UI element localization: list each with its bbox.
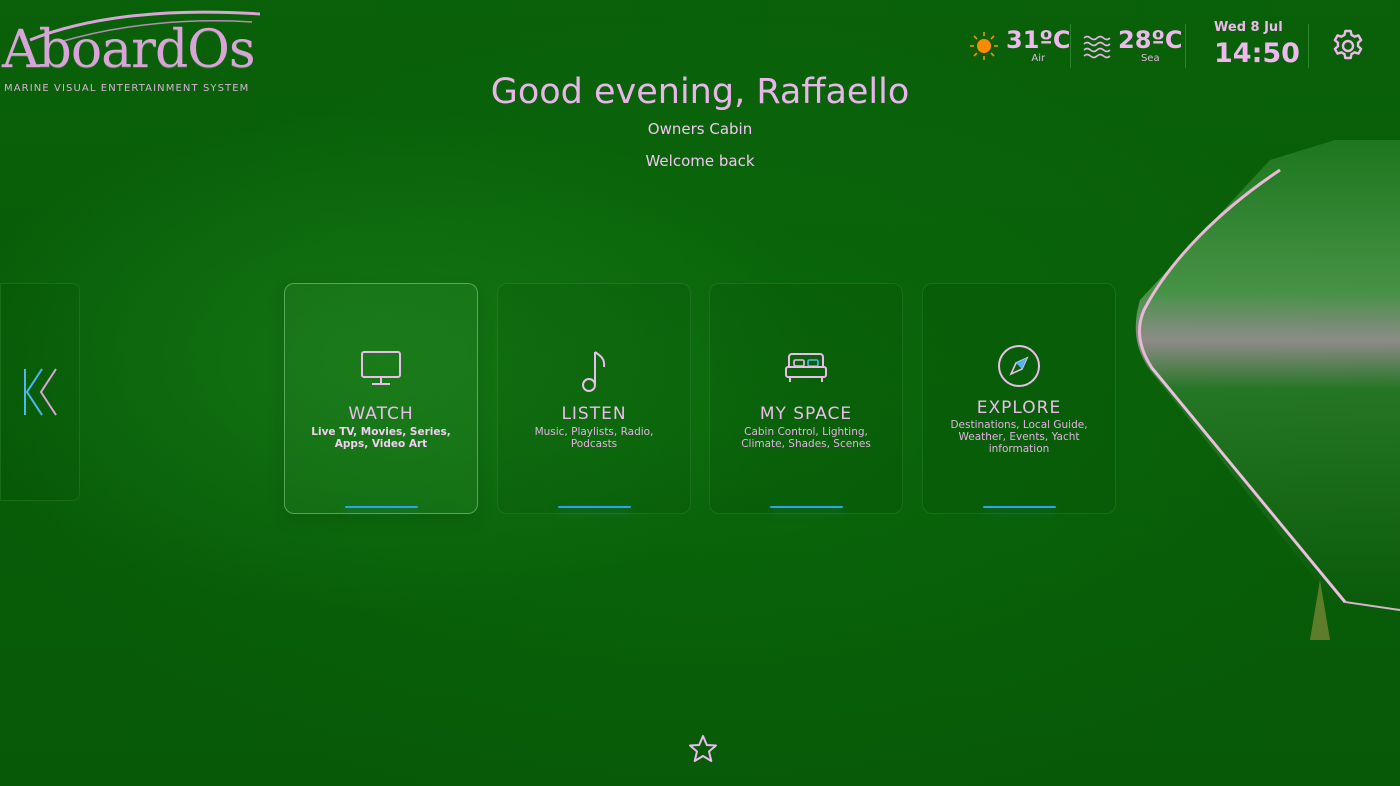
tile-my-space[interactable]: MY SPACE Cabin Control, Lighting, Climat… <box>709 283 903 514</box>
tile-indicator-bar <box>770 506 843 508</box>
settings-gear-icon[interactable] <box>1330 28 1366 64</box>
air-temp-value: 31ºC <box>1006 26 1071 54</box>
tile-indicator-bar <box>558 506 631 508</box>
tile-listen[interactable]: LISTEN Music, Playlists, Radio, Podcasts <box>497 283 691 514</box>
back-button[interactable] <box>0 283 80 501</box>
tile-explore[interactable]: EXPLORE Destinations, Local Guide, Weath… <box>922 283 1116 514</box>
time-display: 14:50 <box>1214 38 1300 69</box>
cabin-location: Owners Cabin <box>647 120 753 138</box>
tv-icon <box>361 351 401 385</box>
bed-icon <box>785 353 827 382</box>
tile-listen-subtitle: Music, Playlists, Radio, Podcasts <box>534 426 654 450</box>
home-screen: AboardOs MARINE VISUAL ENTERTAINMENT SYS… <box>0 0 1400 786</box>
sea-temperature: 28ºC Sea <box>1082 22 1183 70</box>
waves-icon <box>1083 35 1111 59</box>
chevron-left-icon <box>24 368 57 416</box>
status-divider <box>1308 24 1309 68</box>
air-temp-label: Air <box>1031 53 1046 64</box>
date-display: Wed 8 Jul <box>1214 20 1283 35</box>
tile-listen-title: LISTEN <box>561 404 627 424</box>
tile-my-space-title: MY SPACE <box>759 404 853 424</box>
tile-indicator-bar <box>983 506 1056 508</box>
tile-explore-subtitle: Destinations, Local Guide, Weather, Even… <box>950 419 1088 455</box>
compass-icon <box>998 345 1040 387</box>
tile-indicator-bar <box>345 506 418 508</box>
tile-watch-subtitle: Live TV, Movies, Series, Apps, Video Art <box>311 426 451 450</box>
sea-temp-value: 28ºC <box>1118 26 1183 54</box>
greeting-title: Good evening, Raffaello <box>490 72 910 112</box>
tile-watch-title: WATCH <box>348 404 414 424</box>
window-decoration <box>1135 140 1400 640</box>
tile-my-space-subtitle: Cabin Control, Lighting, Climate, Shades… <box>741 426 871 450</box>
favorites-star-icon[interactable] <box>687 733 719 765</box>
status-divider <box>1185 24 1186 68</box>
music-note-icon <box>582 351 606 392</box>
logo-wordmark: AboardOs <box>2 20 256 80</box>
sun-icon <box>970 32 998 60</box>
status-divider <box>1070 24 1071 68</box>
tile-watch[interactable]: WATCH Live TV, Movies, Series, Apps, Vid… <box>284 283 478 514</box>
tile-explore-title: EXPLORE <box>976 398 1062 418</box>
sea-temp-label: Sea <box>1140 53 1160 64</box>
air-temperature: 31ºC Air <box>968 22 1071 70</box>
